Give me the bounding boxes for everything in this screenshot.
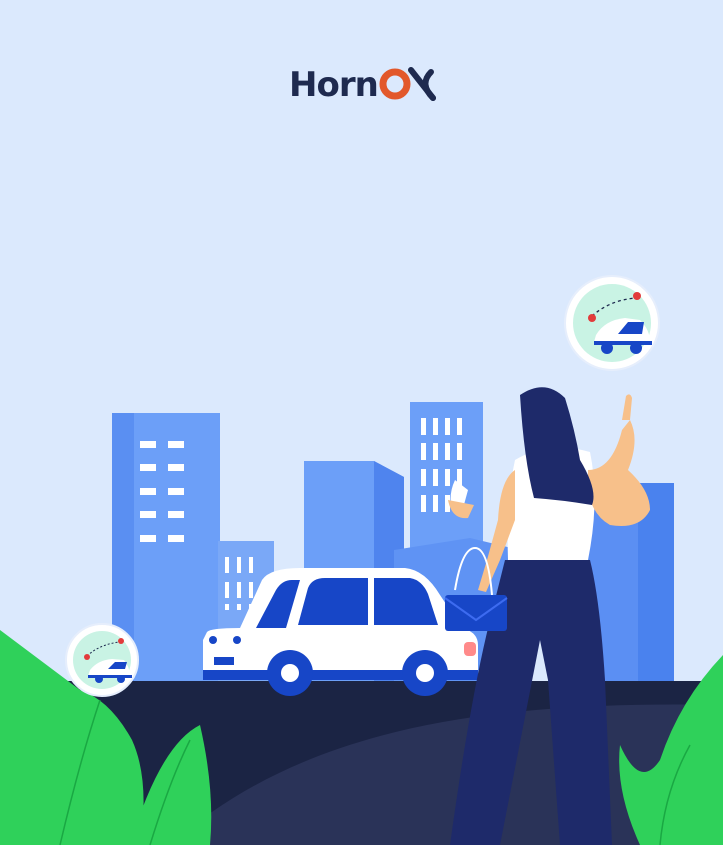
ride-route-badge-large <box>564 275 660 371</box>
app-logo: Horn X <box>289 63 439 107</box>
handbag <box>445 595 507 631</box>
city-ride-illustration <box>0 275 723 845</box>
splash-screen: Horn X <box>0 0 723 845</box>
logo-wordmark: Horn <box>289 65 379 105</box>
logo-mark-icon: X <box>379 64 437 107</box>
ride-route-badge-small <box>65 623 139 697</box>
logo-mark-letter: X <box>437 64 438 65</box>
